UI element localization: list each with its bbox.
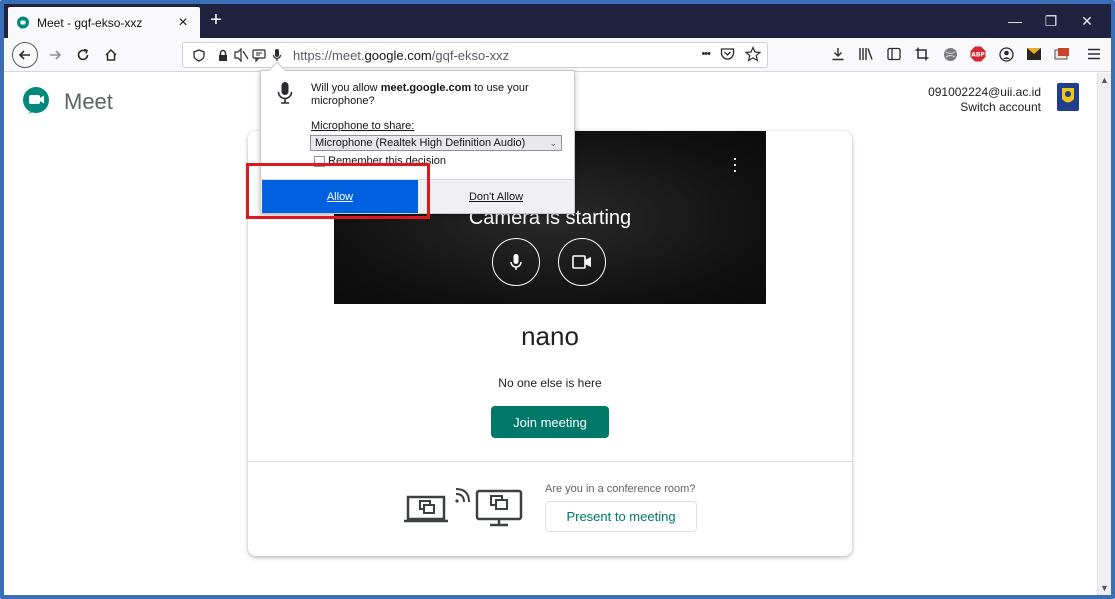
dont-allow-button[interactable]: Don't Allow bbox=[418, 180, 574, 213]
navigation-toolbar: https://meet.google.com/gqf-ekso-xxz ••• bbox=[4, 38, 1111, 72]
back-button[interactable] bbox=[12, 42, 38, 68]
toggle-microphone-button[interactable] bbox=[492, 238, 540, 286]
camera-icon bbox=[572, 255, 591, 269]
university-crest-icon bbox=[1062, 88, 1074, 103]
meet-logo[interactable]: Meet bbox=[20, 86, 113, 118]
downloads-button[interactable] bbox=[828, 43, 848, 65]
blocked-autoplay-icon[interactable] bbox=[233, 47, 249, 63]
mail-extension-icon bbox=[1027, 48, 1041, 60]
close-window-button[interactable]: ✕ bbox=[1072, 11, 1102, 31]
back-arrow-icon bbox=[18, 50, 30, 60]
minimize-button[interactable]: — bbox=[1000, 11, 1030, 31]
url-prefix: https://meet. bbox=[293, 47, 365, 63]
account-avatar[interactable] bbox=[1057, 83, 1079, 111]
adblock-plus-icon: ABP bbox=[970, 46, 986, 62]
forward-arrow-icon bbox=[50, 50, 62, 60]
account-extension-button[interactable] bbox=[996, 43, 1016, 65]
scroll-up-icon[interactable]: ▲ bbox=[1100, 75, 1109, 85]
extension-globe-button[interactable] bbox=[940, 43, 960, 65]
home-button[interactable] bbox=[98, 43, 124, 67]
lock-icon[interactable] bbox=[215, 47, 231, 63]
laptop-cast-icon bbox=[404, 495, 448, 523]
microphone-icon bbox=[510, 254, 522, 270]
new-tab-button[interactable]: + bbox=[204, 9, 228, 33]
question-prefix: Will you allow bbox=[311, 82, 381, 94]
participants-status: No one else is here bbox=[498, 376, 602, 390]
url-domain: google.com bbox=[364, 47, 432, 63]
browser-tools: ABP bbox=[828, 43, 1104, 65]
library-button[interactable] bbox=[856, 43, 876, 65]
dialog-microphone-icon bbox=[277, 82, 293, 104]
tracking-shield-icon[interactable] bbox=[191, 47, 207, 63]
wireless-signal-icon bbox=[455, 488, 470, 503]
conference-room-question: Are you in a conference room? bbox=[545, 483, 696, 495]
adblock-plus-button[interactable]: ABP bbox=[968, 43, 988, 65]
toggle-camera-button[interactable] bbox=[558, 238, 606, 286]
meet-logo-icon bbox=[23, 87, 49, 114]
scroll-down-icon[interactable]: ▼ bbox=[1100, 583, 1109, 593]
question-host: meet.google.com bbox=[380, 82, 472, 94]
meeting-name: nano bbox=[521, 321, 579, 351]
crop-extension-button[interactable] bbox=[912, 43, 932, 65]
url-text[interactable]: https://meet.google.com/gqf-ekso-xxz bbox=[293, 48, 509, 63]
meet-logo-text: Meet bbox=[64, 89, 113, 114]
page-actions-button[interactable]: ••• bbox=[701, 48, 711, 60]
reload-icon bbox=[77, 48, 89, 61]
mail-extension-button[interactable] bbox=[1024, 43, 1044, 65]
hamburger-menu-icon bbox=[1088, 48, 1100, 60]
home-icon bbox=[105, 48, 117, 61]
account-email: 091002224@uii.ac.id bbox=[928, 85, 1041, 99]
reload-button[interactable] bbox=[70, 43, 96, 67]
tab-bar: Meet - gqf-ekso-xxz × + — ❐ ✕ bbox=[4, 4, 1111, 38]
library-icon bbox=[859, 48, 873, 60]
tab-close-icon[interactable]: × bbox=[174, 14, 192, 31]
page-scrollbar[interactable]: ▲ ▼ bbox=[1097, 73, 1111, 595]
microphone-share-label: Microphone to share: bbox=[311, 120, 415, 132]
tab-title: Meet - gqf-ekso-xxz bbox=[37, 15, 143, 30]
tab-meet[interactable]: Meet - gqf-ekso-xxz × bbox=[8, 7, 200, 38]
chevron-down-icon: ⌄ bbox=[549, 138, 557, 148]
restore-button[interactable]: ❐ bbox=[1036, 11, 1066, 31]
meet-favicon-icon bbox=[16, 16, 30, 30]
bookmark-star-icon[interactable] bbox=[745, 46, 761, 62]
account-info: 091002224@uii.ac.id Switch account bbox=[928, 85, 1041, 115]
conference-room-illustration bbox=[404, 488, 523, 527]
selected-microphone: Microphone (Realtek High Definition Audi… bbox=[315, 137, 526, 149]
annotation-highlight-box bbox=[246, 163, 430, 219]
globe-icon bbox=[943, 47, 957, 61]
pocket-icon[interactable] bbox=[720, 47, 735, 61]
more-options-icon[interactable]: · · · bbox=[732, 149, 738, 179]
sidebar-icon bbox=[887, 47, 901, 61]
application-menu-button[interactable] bbox=[1084, 43, 1104, 65]
permission-question: Will you allow meet.google.com to use yo… bbox=[311, 82, 551, 108]
screenshot-icon bbox=[1054, 48, 1069, 60]
browser-window: Meet - gqf-ekso-xxz × + — ❐ ✕ https://me… bbox=[0, 0, 1115, 599]
download-icon bbox=[832, 48, 844, 61]
svg-text:ABP: ABP bbox=[971, 52, 985, 59]
present-to-meeting-button[interactable]: Present to meeting bbox=[545, 501, 697, 532]
switch-account-link[interactable]: Switch account bbox=[928, 100, 1041, 115]
display-screen-icon bbox=[475, 489, 523, 527]
forward-button[interactable] bbox=[42, 43, 68, 67]
microphone-select[interactable]: Microphone (Realtek High Definition Audi… bbox=[310, 135, 562, 151]
sidebar-button[interactable] bbox=[884, 43, 904, 65]
notification-icon[interactable] bbox=[251, 47, 267, 63]
address-bar[interactable]: https://meet.google.com/gqf-ekso-xxz ••• bbox=[182, 42, 768, 68]
url-path: /gqf-ekso-xxz bbox=[431, 47, 510, 63]
join-meeting-button[interactable]: Join meeting bbox=[491, 406, 609, 438]
screenshot-extension-button[interactable] bbox=[1052, 43, 1072, 65]
crop-icon bbox=[915, 47, 929, 61]
url-actions: ••• bbox=[701, 46, 761, 62]
user-circle-icon bbox=[998, 46, 1014, 62]
card-divider bbox=[248, 461, 852, 462]
